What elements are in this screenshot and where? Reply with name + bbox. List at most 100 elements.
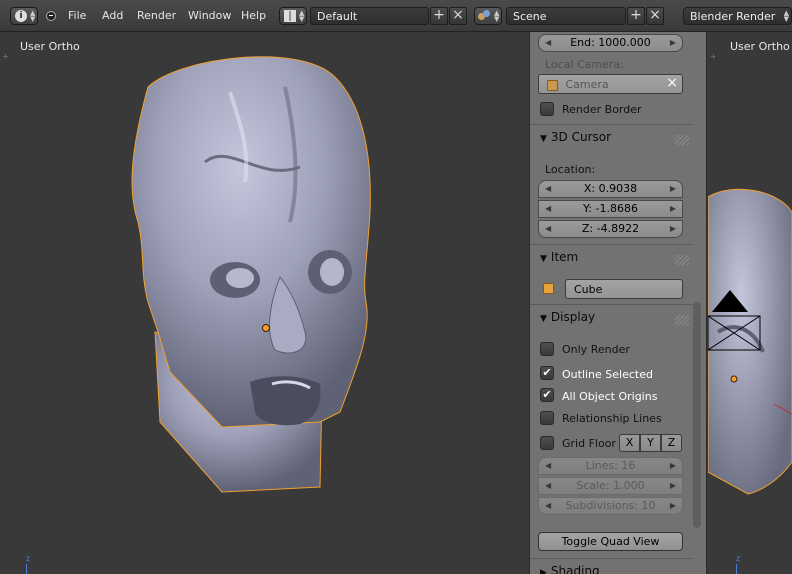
add-scene-icon[interactable]: + xyxy=(627,7,645,25)
cursor-z-value: Z: -4.8922 xyxy=(581,222,640,235)
decrement-icon[interactable]: ◀ xyxy=(545,35,551,51)
relationship-lines-label: Relationship Lines xyxy=(562,412,662,425)
scene-name-field[interactable]: Scene xyxy=(506,7,626,25)
panel-title: Shading xyxy=(550,564,600,574)
grid-subdivisions-value: Subdivisions: 10 xyxy=(565,499,656,512)
increment-icon[interactable]: ▶ xyxy=(670,478,676,494)
editor-type-button[interactable]: i ▲ ▼ xyxy=(10,7,38,25)
panel-header-display[interactable]: ▼ Display xyxy=(530,310,693,330)
panel-grip-icon[interactable] xyxy=(675,315,689,325)
checkmark-icon: ✔ xyxy=(542,388,552,401)
menu-file[interactable]: File xyxy=(68,9,86,22)
outline-selected-checkbox[interactable]: ✔ xyxy=(540,366,554,380)
add-screen-icon[interactable]: + xyxy=(430,7,448,25)
checkmark-icon: ✔ xyxy=(542,366,552,379)
info-header: i ▲ ▼ File Add Render Window Help ▲ ▼ Defa… xyxy=(0,0,792,32)
expanded-triangle-icon: ▼ xyxy=(540,134,547,144)
panel-grip-icon[interactable] xyxy=(675,255,689,265)
render-engine-label: Blender Render xyxy=(690,10,776,23)
grid-floor-label: Grid Floor xyxy=(562,437,616,450)
delete-screen-icon[interactable]: × xyxy=(449,7,467,25)
grid-scale-field[interactable]: ◀ Scale: 1.000 ▶ xyxy=(538,477,683,495)
only-render-label: Only Render xyxy=(562,343,630,356)
local-camera-label: Local Camera: xyxy=(545,58,624,71)
grid-axis-toggle-group: X Y Z xyxy=(619,434,683,452)
screen-layout-browse-button[interactable]: ▲ ▼ xyxy=(279,7,307,25)
chevron-updown-icon: ▲ ▼ xyxy=(30,9,36,23)
end-clip-value: End: 1000.000 xyxy=(570,36,651,49)
grid-lines-value: Lines: 16 xyxy=(585,459,636,472)
collapsed-triangle-icon: ▶ xyxy=(540,568,547,574)
axis-y-toggle[interactable]: Y xyxy=(640,434,661,452)
menu-help[interactable]: Help xyxy=(241,9,266,22)
info-icon: i xyxy=(15,10,27,22)
properties-sidebar: ◀ End: 1000.000 ▶ Local Camera: Camera ×… xyxy=(529,32,707,574)
all-object-origins-checkbox[interactable]: ✔ xyxy=(540,388,554,402)
increment-icon[interactable]: ▶ xyxy=(670,181,676,197)
cursor-y-field[interactable]: ◀ Y: -1.8686 ▶ xyxy=(538,200,683,218)
panel-header-shading[interactable]: ▶ Shading xyxy=(530,564,693,574)
chevron-updown-icon: ▲ ▼ xyxy=(783,9,789,23)
toggle-quad-view-button[interactable]: Toggle Quad View xyxy=(538,532,683,551)
render-engine-select[interactable]: Blender Render ▲ ▼ xyxy=(683,7,792,25)
decrement-icon[interactable]: ◀ xyxy=(545,201,551,217)
axis-z-toggle[interactable]: Z xyxy=(661,434,682,452)
menu-render[interactable]: Render xyxy=(137,9,176,22)
object-cube-icon xyxy=(543,283,554,294)
outline-selected-label: Outline Selected xyxy=(562,368,653,381)
collapse-menus-icon[interactable] xyxy=(46,11,56,21)
decrement-icon[interactable]: ◀ xyxy=(545,181,551,197)
cursor-y-value: Y: -1.8686 xyxy=(583,202,638,215)
panel-header-3d-cursor[interactable]: ▼ 3D Cursor xyxy=(530,130,693,150)
axis-x-toggle[interactable]: X xyxy=(619,434,640,452)
render-border-label: Render Border xyxy=(562,103,642,116)
axis-z-indicator: z xyxy=(736,554,741,563)
axis-line xyxy=(736,564,737,574)
increment-icon[interactable]: ▶ xyxy=(670,221,676,237)
menu-add[interactable]: Add xyxy=(102,9,123,22)
scene-icon xyxy=(478,10,491,22)
chevron-updown-icon: ▲ ▼ xyxy=(494,9,500,23)
local-camera-field[interactable]: Camera × xyxy=(538,74,683,94)
decrement-icon[interactable]: ◀ xyxy=(545,478,551,494)
render-border-checkbox[interactable] xyxy=(540,102,554,116)
decrement-icon[interactable]: ◀ xyxy=(545,221,551,237)
clear-camera-icon[interactable]: × xyxy=(666,75,678,91)
cursor-z-field[interactable]: ◀ Z: -4.8922 ▶ xyxy=(538,220,683,238)
3d-viewport-secondary[interactable]: User Ortho + z xyxy=(708,32,792,574)
relationship-lines-checkbox[interactable] xyxy=(540,411,554,425)
menu-window[interactable]: Window xyxy=(188,9,231,22)
delete-scene-icon[interactable]: × xyxy=(646,7,664,25)
object-name-field[interactable]: Cube xyxy=(565,279,683,299)
scene-browse-button[interactable]: ▲ ▼ xyxy=(474,7,502,25)
head-mesh[interactable] xyxy=(0,32,528,574)
head-mesh-side[interactable] xyxy=(708,32,792,574)
grid-lines-field[interactable]: ◀ Lines: 16 ▶ xyxy=(538,457,683,475)
panel-title: Display xyxy=(550,310,596,324)
increment-icon[interactable]: ▶ xyxy=(670,201,676,217)
increment-icon[interactable]: ▶ xyxy=(670,458,676,474)
decrement-icon[interactable]: ◀ xyxy=(545,458,551,474)
axis-line xyxy=(26,564,27,574)
3d-viewport-main[interactable]: User Ortho + z xyxy=(0,32,528,574)
end-clip-field[interactable]: ◀ End: 1000.000 ▶ xyxy=(538,34,683,52)
increment-icon[interactable]: ▶ xyxy=(670,35,676,51)
cursor-location-label: Location: xyxy=(545,163,596,176)
increment-icon[interactable]: ▶ xyxy=(670,498,676,514)
all-object-origins-label: All Object Origins xyxy=(562,390,658,403)
panel-title: 3D Cursor xyxy=(550,130,612,144)
chevron-updown-icon: ▲ ▼ xyxy=(299,9,305,23)
panel-grip-icon[interactable] xyxy=(675,135,689,145)
panel-header-item[interactable]: ▼ Item xyxy=(530,250,693,270)
local-camera-value: Camera xyxy=(565,78,609,91)
grid-floor-checkbox[interactable] xyxy=(540,436,554,450)
screen-layout-name-field[interactable]: Default xyxy=(310,7,429,25)
decrement-icon[interactable]: ◀ xyxy=(545,498,551,514)
only-render-checkbox[interactable] xyxy=(540,342,554,356)
properties-scrollbar[interactable] xyxy=(693,302,701,528)
expanded-triangle-icon: ▼ xyxy=(540,254,547,264)
axis-z-indicator: z xyxy=(26,554,31,563)
grid-subdivisions-field[interactable]: ◀ Subdivisions: 10 ▶ xyxy=(538,497,683,515)
layout-grid-icon xyxy=(284,10,296,22)
cursor-x-field[interactable]: ◀ X: 0.9038 ▶ xyxy=(538,180,683,198)
